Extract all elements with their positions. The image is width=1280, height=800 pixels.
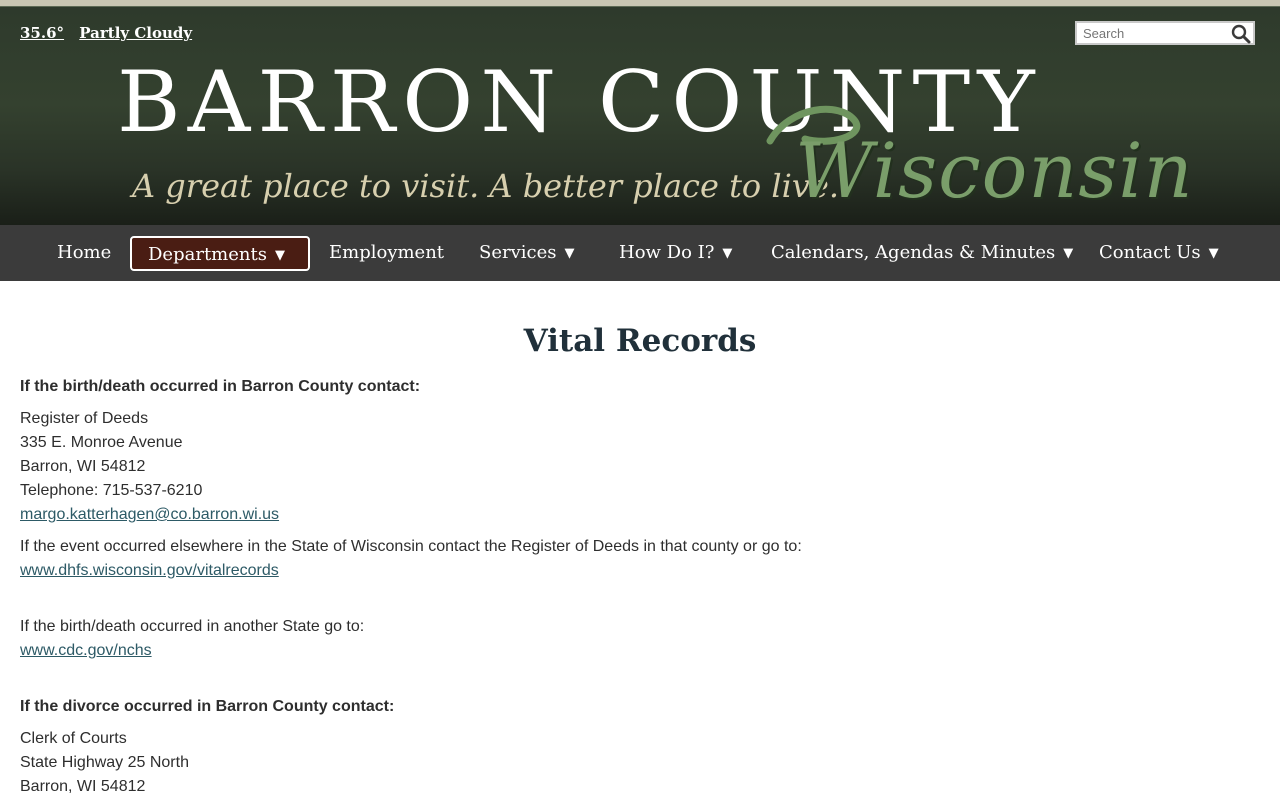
chevron-down-icon: ▼ xyxy=(274,248,285,263)
register-of-deeds-contact: Register of Deeds 335 E. Monroe Avenue B… xyxy=(20,407,279,527)
dhfs-vital-records-link[interactable]: www.dhfs.wisconsin.gov/vitalrecords xyxy=(20,562,279,579)
nav-departments[interactable]: Departments ▼ xyxy=(130,236,310,271)
clerk-city: Barron, WI 54812 xyxy=(20,778,146,795)
header-top-line xyxy=(0,6,1280,7)
rod-street: 335 E. Monroe Avenue xyxy=(20,434,183,451)
weather-condition-link[interactable]: Partly Cloudy xyxy=(79,24,192,42)
divorce-heading: If the divorce occurred in Barron County… xyxy=(20,698,395,715)
chevron-down-icon: ▼ xyxy=(1063,246,1074,261)
chevron-down-icon: ▼ xyxy=(564,246,575,261)
other-state-text: If the birth/death occurred in another S… xyxy=(20,618,365,635)
rod-city: Barron, WI 54812 xyxy=(20,458,146,475)
elsewhere-block: If the event occurred elsewhere in the S… xyxy=(20,535,802,583)
nav-how-do-i-label: How Do I? xyxy=(619,242,715,263)
nav-services-label: Services xyxy=(479,242,557,263)
clerk-name: Clerk of Courts xyxy=(20,730,127,747)
chevron-down-icon: ▼ xyxy=(722,246,733,261)
nav-home-label: Home xyxy=(57,242,112,263)
nav-employment[interactable]: Employment xyxy=(329,236,444,271)
nav-services[interactable]: Services ▼ xyxy=(479,236,574,271)
logo-tagline: A great place to visit. A better place t… xyxy=(132,167,840,205)
search-icon[interactable] xyxy=(1231,24,1251,44)
nav-calendars-label: Calendars, Agendas & Minutes xyxy=(771,242,1056,263)
birth-death-heading-block: If the birth/death occurred in Barron Co… xyxy=(20,375,420,399)
elsewhere-text: If the event occurred elsewhere in the S… xyxy=(20,538,802,555)
nav-employment-label: Employment xyxy=(329,242,445,263)
nav-contact-us[interactable]: Contact Us ▼ xyxy=(1099,236,1219,271)
clerk-of-courts-contact: Clerk of Courts State Highway 25 North B… xyxy=(20,727,189,799)
nav-calendars[interactable]: Calendars, Agendas & Minutes ▼ xyxy=(771,236,1073,271)
cdc-nchs-link[interactable]: www.cdc.gov/nchs xyxy=(20,642,152,659)
clerk-street: State Highway 25 North xyxy=(20,754,189,771)
weather-temperature-link[interactable]: 35.6° xyxy=(20,24,64,42)
logo-state-script: Wisconsin xyxy=(795,126,1194,215)
nav-how-do-i[interactable]: How Do I? ▼ xyxy=(619,236,732,271)
chevron-down-icon: ▼ xyxy=(1208,246,1219,261)
rod-name: Register of Deeds xyxy=(20,410,149,427)
weather-widget: 35.6° Partly Cloudy xyxy=(20,24,192,42)
nav-home[interactable]: Home xyxy=(57,236,111,271)
main-navigation: Home Departments ▼ Employment Services ▼ H… xyxy=(0,225,1280,281)
site-header: 35.6° Partly Cloudy BARRON COUNTY A grea… xyxy=(0,0,1280,225)
divorce-heading-block: If the divorce occurred in Barron County… xyxy=(20,695,394,719)
birth-death-heading: If the birth/death occurred in Barron Co… xyxy=(20,378,421,395)
rod-email-link[interactable]: margo.katterhagen@co.barron.wi.us xyxy=(20,506,279,523)
nav-departments-label: Departments xyxy=(148,244,267,265)
nav-contact-us-label: Contact Us xyxy=(1099,242,1201,263)
search-box xyxy=(1075,21,1255,45)
page-title: Vital Records xyxy=(523,323,757,359)
search-input[interactable] xyxy=(1083,25,1231,42)
other-state-block: If the birth/death occurred in another S… xyxy=(20,615,364,663)
rod-phone: Telephone: 715-537-6210 xyxy=(20,482,203,499)
